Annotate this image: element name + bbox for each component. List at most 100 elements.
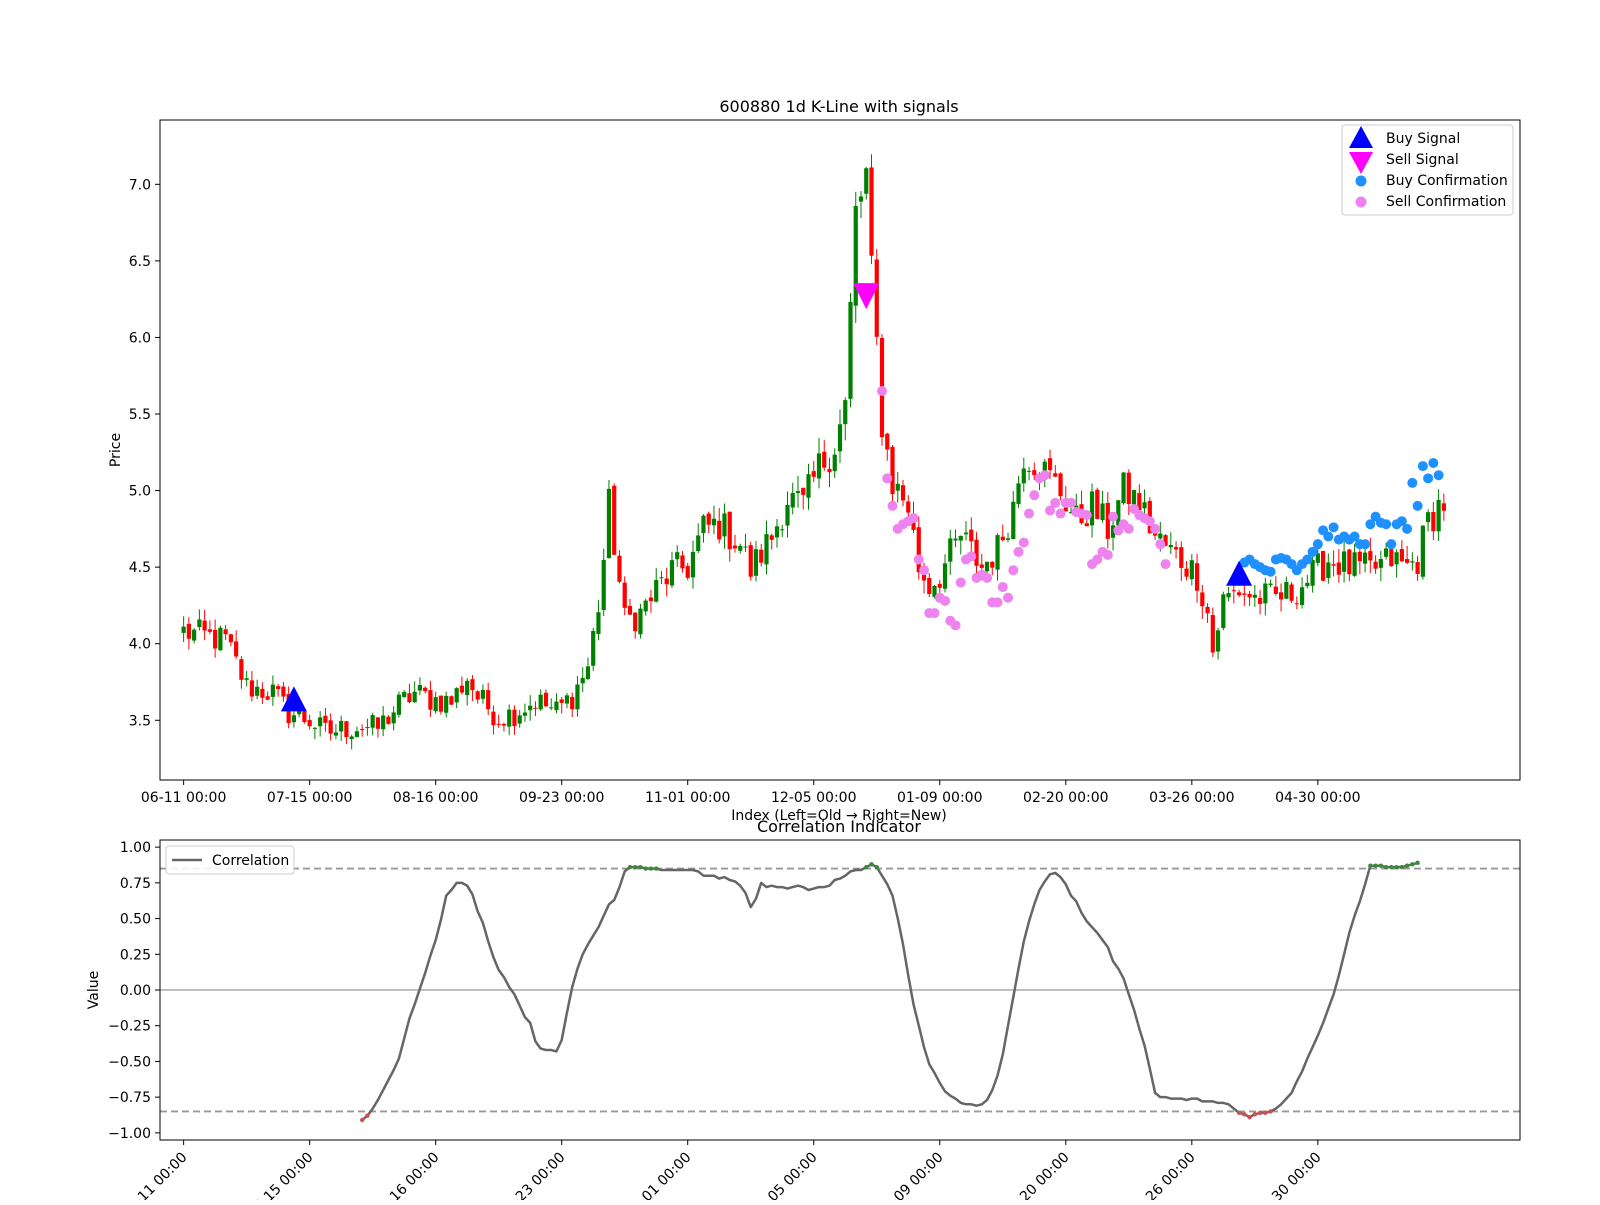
kline-x-tick-label: 04-30 00:00	[1275, 790, 1360, 806]
candle-body	[328, 720, 333, 734]
low-correlation-point	[1252, 1112, 1258, 1117]
candle-body	[685, 566, 690, 578]
candle-body	[559, 699, 564, 703]
low-correlation-point	[1236, 1110, 1242, 1116]
candle-body	[948, 538, 953, 562]
candle-body	[1263, 583, 1268, 604]
low-correlation-point	[1263, 1110, 1268, 1116]
candle-body	[570, 696, 575, 710]
candle-body	[738, 545, 743, 551]
candle-body	[480, 689, 486, 699]
candle-body	[874, 259, 879, 337]
high-correlation-point	[1383, 864, 1389, 870]
candle-body	[564, 695, 570, 704]
candle-body	[207, 629, 212, 632]
sell-confirmation-point	[882, 473, 893, 484]
candle-body	[438, 695, 444, 712]
candle-body	[512, 709, 517, 727]
signals	[280, 283, 1253, 712]
high-correlation-point	[638, 864, 643, 870]
candle-body	[790, 492, 795, 508]
candle-body	[627, 605, 633, 615]
low-correlation-point	[359, 1117, 365, 1123]
correlation-x-tick-label: 02-20 00:00	[1001, 1150, 1073, 1200]
candle-body	[638, 608, 643, 635]
candle-body	[1368, 551, 1373, 561]
candle-body	[795, 491, 801, 494]
candle-body	[1268, 583, 1273, 585]
candle-body	[606, 488, 612, 559]
candle-body	[1032, 470, 1037, 476]
candle-body	[916, 527, 921, 573]
candle-body	[764, 534, 769, 565]
candle-body	[848, 301, 853, 399]
candle-body	[953, 538, 958, 541]
candle-body	[281, 686, 286, 697]
candle-body	[302, 711, 307, 722]
buy-confirmation-point	[1312, 539, 1323, 550]
buy-confirmation-point	[1417, 461, 1428, 472]
candle-body	[323, 715, 328, 723]
candle-body	[1341, 551, 1347, 572]
candle-body	[407, 693, 412, 703]
candle-body	[958, 535, 963, 541]
candle-body	[706, 513, 711, 525]
candle-body	[1362, 552, 1368, 564]
candle-body	[1294, 603, 1299, 605]
candle-body	[1278, 592, 1284, 600]
correlation-y-tick-label: 0.75	[120, 876, 151, 892]
chart-figure: 600880 1d K-Line with signals 3.5 4.0 4.5 5…	[86, 97, 1521, 1205]
sell-confirmation-point	[929, 608, 940, 619]
buy-confirmation-point	[1386, 539, 1397, 550]
sell-confirmation-point	[1102, 549, 1113, 560]
buy-confirmation-point	[1328, 522, 1339, 533]
sell-confirmation-point	[1024, 508, 1035, 519]
high-correlation-point	[1394, 864, 1399, 870]
candle-body	[507, 709, 512, 727]
candle-body	[528, 705, 533, 711]
candle-body	[1026, 470, 1032, 472]
candle-body	[696, 535, 701, 552]
candle-body	[312, 727, 318, 729]
candle-body	[533, 707, 538, 709]
candle-body	[234, 641, 239, 657]
candle-body	[428, 690, 433, 710]
sell-confirmation-point	[950, 620, 961, 631]
candle-body	[1326, 562, 1331, 579]
candle-body	[717, 520, 722, 540]
candle-body	[181, 626, 186, 633]
candle-body	[255, 686, 260, 696]
candle-body	[318, 717, 323, 727]
correlation-y-tick-label: −0.75	[108, 1090, 151, 1106]
buy-confirmation-point	[1381, 519, 1392, 530]
candle-body	[1441, 503, 1446, 511]
candle-body	[1095, 489, 1100, 519]
buy-confirmation-point	[1412, 500, 1423, 511]
candle-body	[648, 597, 654, 602]
kline-y-tick-label: 6.5	[129, 254, 151, 270]
candle-body	[192, 629, 197, 641]
candle-body	[543, 692, 549, 707]
candle-body	[633, 612, 638, 632]
candle-body	[743, 546, 748, 548]
kline-x-tick-label: 03-26 00:00	[1149, 790, 1234, 806]
candle-body	[365, 727, 370, 729]
candle-body	[370, 715, 375, 728]
candle-body	[906, 501, 911, 513]
candle-body	[538, 694, 543, 710]
sell-confirmation-point	[908, 513, 919, 524]
candle-body	[1000, 536, 1005, 541]
high-correlation-point	[648, 866, 654, 871]
sell-confirmation-point	[1081, 510, 1092, 521]
candle-body	[984, 561, 990, 572]
candle-body	[942, 563, 948, 589]
buy-confirmation-point	[1360, 539, 1371, 550]
kline-y-axis-label: Price	[108, 433, 124, 467]
candle-body	[1410, 561, 1415, 563]
candle-body	[186, 623, 191, 639]
high-correlation-point	[869, 862, 874, 867]
kline-title: 600880 1d K-Line with signals	[719, 97, 958, 116]
correlation-x-tick-label: 09-23 00:00	[497, 1150, 569, 1200]
high-correlation-point	[643, 866, 648, 871]
candle-body	[864, 168, 869, 194]
